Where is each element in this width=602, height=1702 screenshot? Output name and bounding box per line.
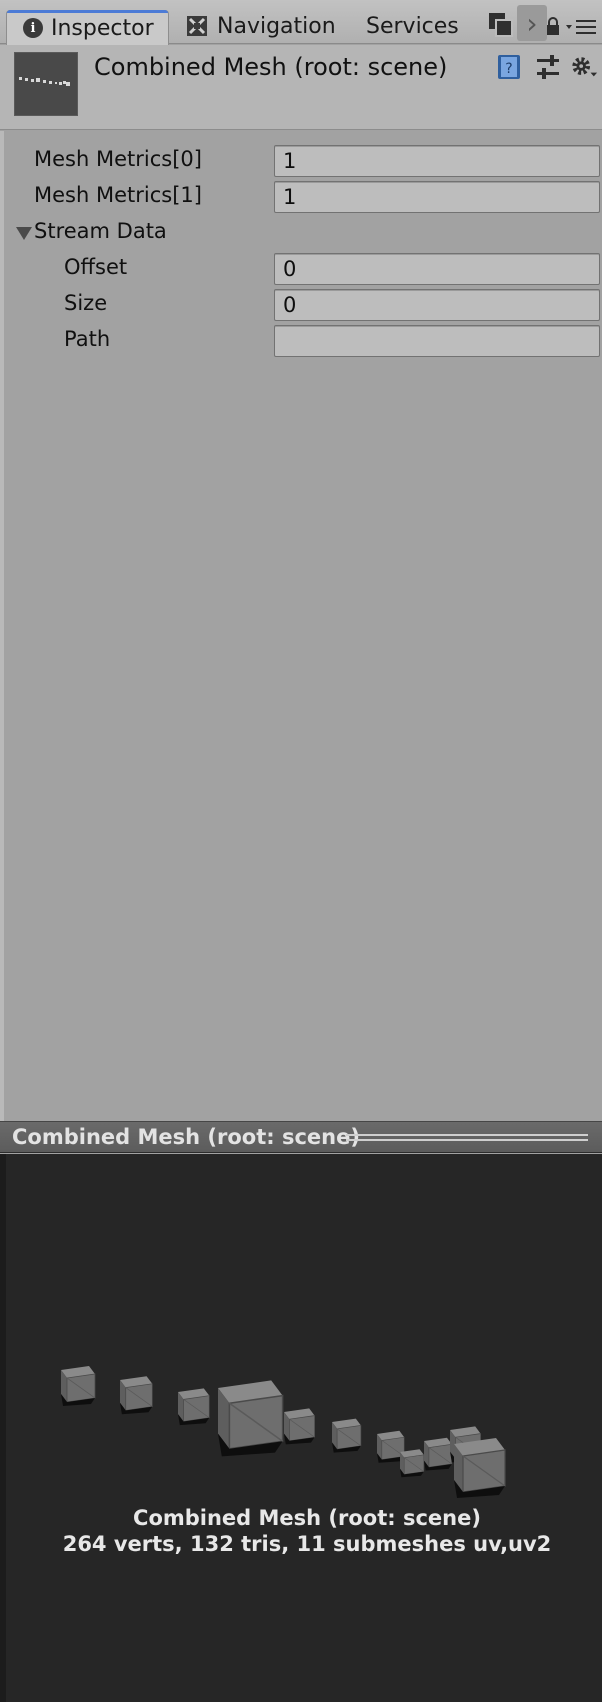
mesh-metrics-0-row: Mesh Metrics[0] 1 xyxy=(4,143,602,179)
chevron-right-icon: › xyxy=(526,6,538,40)
properties-panel: Mesh Metrics[0] 1 Mesh Metrics[1] 1 Stre… xyxy=(0,131,602,1121)
tab-inspector-label: Inspector xyxy=(51,15,154,41)
size-field[interactable]: 0 xyxy=(274,289,600,321)
preview-caption-stats: 264 verts, 132 tris, 11 submeshes uv,uv2 xyxy=(62,1532,552,1556)
path-label: Path xyxy=(64,327,111,351)
asset-title: Combined Mesh (root: scene) xyxy=(94,53,448,81)
tab-bar: i Inspector Navigation Services › xyxy=(0,0,602,45)
tab-inspector[interactable]: i Inspector xyxy=(6,10,169,45)
tab-navigation[interactable]: Navigation xyxy=(186,8,336,44)
mesh-thumbnail-icon xyxy=(19,77,70,86)
mesh-metrics-1-label: Mesh Metrics[1] xyxy=(34,183,202,207)
mesh-preview[interactable]: Combined Mesh (root: scene) 264 verts, 1… xyxy=(0,1154,602,1702)
size-row: Size 0 xyxy=(4,287,602,323)
preview-drag-handle[interactable] xyxy=(346,1134,588,1142)
size-label: Size xyxy=(64,291,108,315)
asset-header: Combined Mesh (root: scene) ? xyxy=(0,45,602,130)
foldout-arrow-icon[interactable] xyxy=(16,227,32,240)
mesh-metrics-1-row: Mesh Metrics[1] 1 xyxy=(4,179,602,215)
tab-services-label: Services xyxy=(366,13,459,39)
preview-header[interactable]: Combined Mesh (root: scene) xyxy=(0,1121,602,1153)
offset-row: Offset 0 xyxy=(4,251,602,287)
tab-menu-icon[interactable] xyxy=(566,18,598,36)
mesh-metrics-0-field[interactable]: 1 xyxy=(274,145,600,177)
svg-text:?: ? xyxy=(505,61,512,77)
path-row: Path xyxy=(4,323,602,359)
tab-services[interactable]: Services xyxy=(366,8,459,44)
preview-caption-name: Combined Mesh (root: scene) xyxy=(133,1506,481,1530)
preset-sliders-icon[interactable] xyxy=(534,53,562,81)
mesh-cubes xyxy=(60,1365,506,1499)
more-tabs-button[interactable]: › xyxy=(517,5,547,41)
preview-title: Combined Mesh (root: scene) xyxy=(12,1125,360,1149)
navigation-icon xyxy=(187,16,207,36)
offset-label: Offset xyxy=(64,255,128,279)
offset-field[interactable]: 0 xyxy=(274,253,600,285)
mesh-thumbnail xyxy=(14,52,78,116)
mesh-preview-render xyxy=(60,1365,506,1499)
stream-data-foldout[interactable]: Stream Data xyxy=(4,215,602,251)
gear-icon[interactable] xyxy=(570,53,598,81)
window-layout-icon[interactable] xyxy=(488,12,514,38)
mesh-metrics-1-field[interactable]: 1 xyxy=(274,181,600,213)
info-icon: i xyxy=(23,18,43,38)
stream-data-label: Stream Data xyxy=(34,219,167,243)
tab-navigation-label: Navigation xyxy=(217,13,336,39)
path-field[interactable] xyxy=(274,325,600,357)
help-book-icon[interactable]: ? xyxy=(495,53,523,81)
lock-icon[interactable] xyxy=(546,16,560,36)
mesh-metrics-0-label: Mesh Metrics[0] xyxy=(34,147,202,171)
